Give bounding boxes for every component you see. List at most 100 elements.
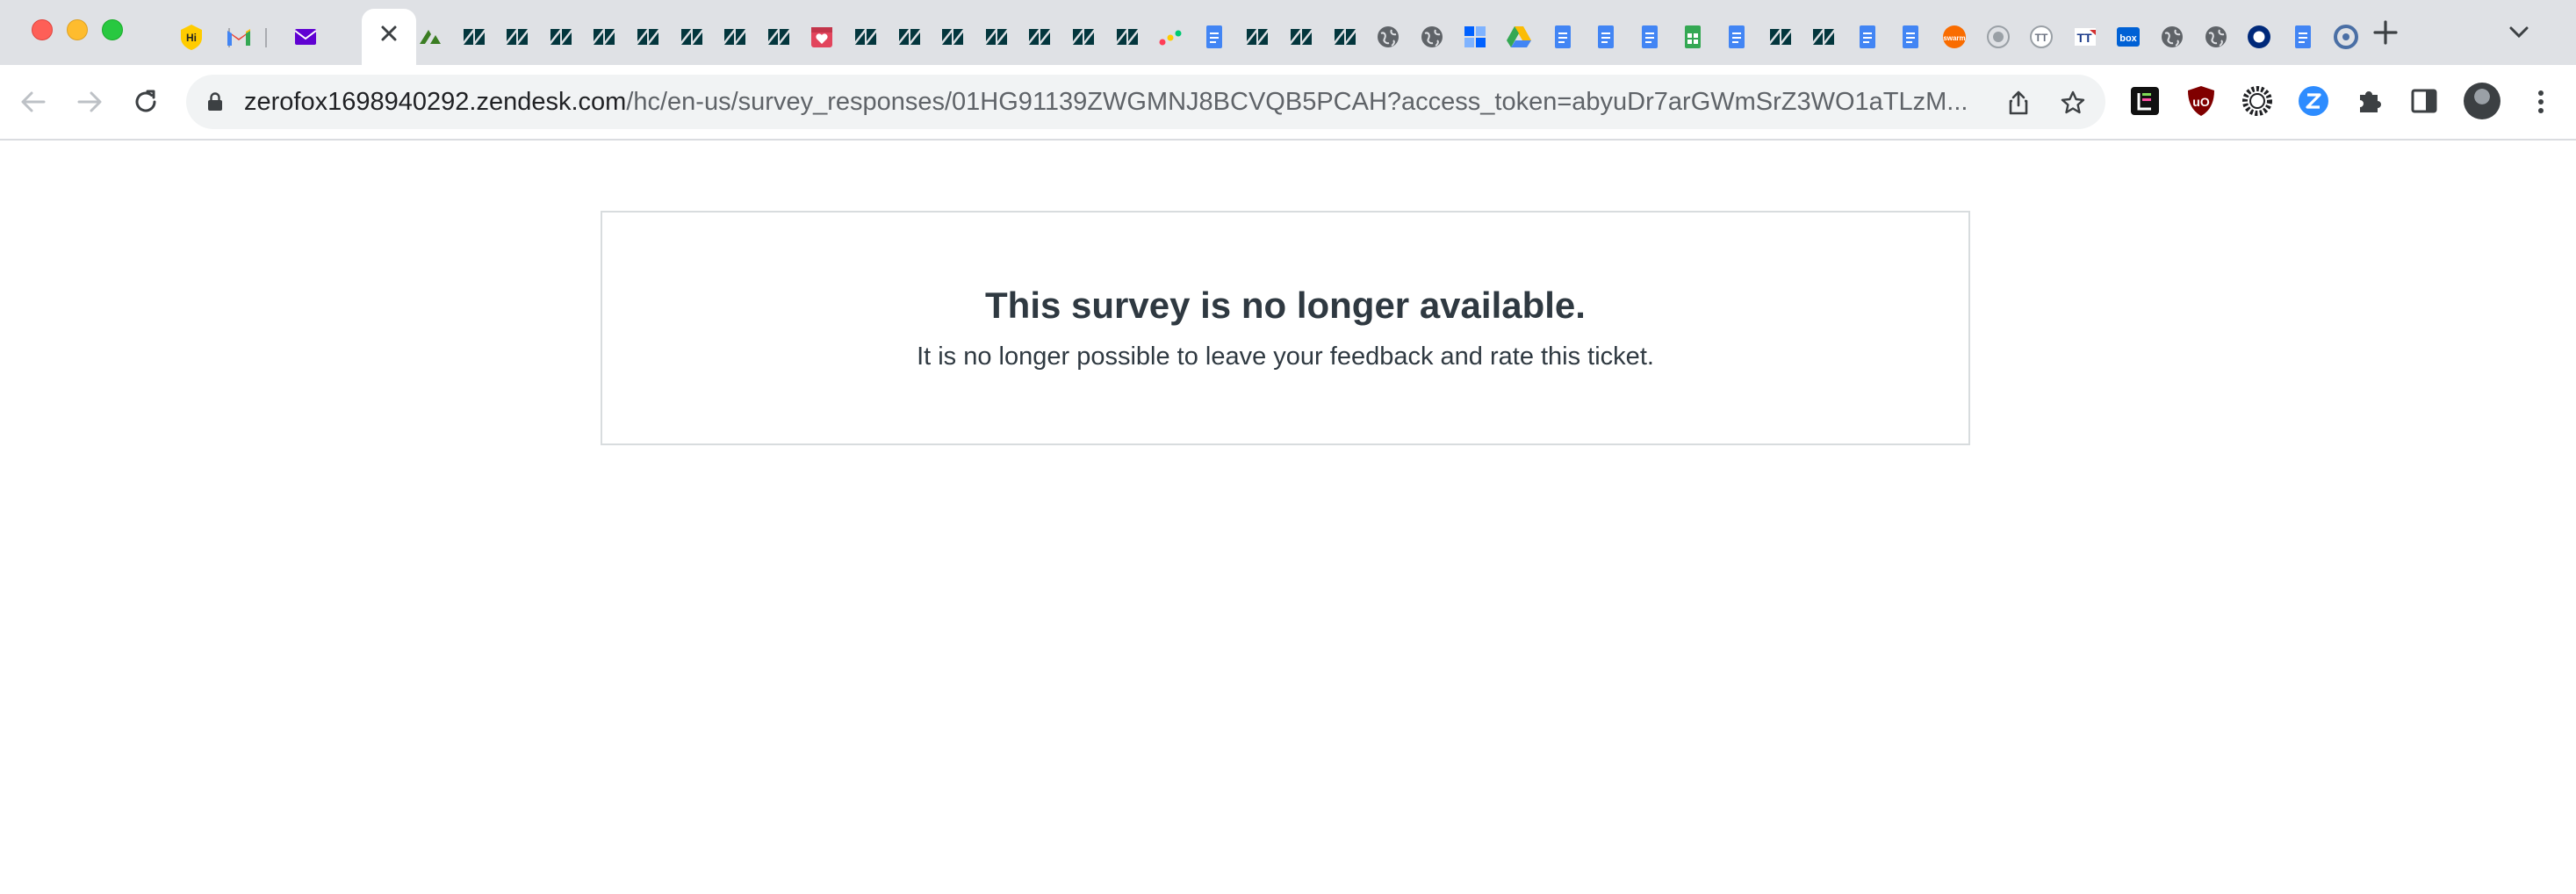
url-path: /hc/en-us/survey_responses/01HG91139ZWGM… <box>626 88 1968 116</box>
forward-icon[interactable] <box>74 86 105 118</box>
tab-zendesk-17[interactable] <box>1025 23 1054 51</box>
zendesk-icon <box>1029 29 1050 45</box>
monday-icon <box>1159 30 1182 46</box>
back-icon[interactable] <box>18 86 49 118</box>
honey-extension-icon: Hi <box>181 25 202 50</box>
zendesk-icon <box>899 29 920 45</box>
bookmark-star-icon[interactable] <box>2060 90 2086 116</box>
zendesk-icon <box>855 29 876 45</box>
zendesk-icon <box>942 29 963 45</box>
tab-google-docs-33[interactable] <box>1723 23 1751 51</box>
tab-zendesk-5[interactable] <box>503 23 531 51</box>
tab-zendesk-11[interactable] <box>765 23 793 51</box>
more-menu-icon[interactable] <box>2525 86 2557 118</box>
share-icon[interactable] <box>2005 90 2032 116</box>
tab-google-docs-31[interactable] <box>1636 23 1664 51</box>
tab-google-drive-28[interactable] <box>1505 23 1533 51</box>
ublock-icon[interactable]: uO <box>2184 84 2218 118</box>
tab-zendesk-sell-3[interactable] <box>416 23 444 51</box>
tab-google-docs-46[interactable] <box>2289 23 2317 51</box>
tab-google-docs-29[interactable] <box>1549 23 1577 51</box>
tab-dropbox-27[interactable] <box>1461 23 1489 51</box>
puzzle-icon[interactable] <box>2353 84 2386 118</box>
zendesk-icon <box>1117 29 1138 45</box>
zendesk-icon <box>1770 29 1791 45</box>
calendar-heart-icon <box>811 27 832 47</box>
tab-tt-flag-41[interactable]: TT <box>2071 23 2099 51</box>
tab-calendar-heart-12[interactable] <box>808 23 836 51</box>
tab-monday-20[interactable] <box>1156 23 1184 51</box>
zendesk-icon <box>637 29 658 45</box>
svg-text:swarm: swarm <box>1943 34 1965 42</box>
google-docs-icon <box>1642 25 1658 48</box>
tab-google-docs-36[interactable] <box>1853 23 1882 51</box>
profile-avatar[interactable] <box>2464 83 2500 119</box>
tab-zendesk-4[interactable] <box>460 23 488 51</box>
tab-gmail-1[interactable] <box>225 23 253 51</box>
page-title: This survey is no longer available. <box>985 285 1586 326</box>
zoom-icon[interactable] <box>2297 84 2330 118</box>
tab-zendesk-22[interactable] <box>1243 23 1271 51</box>
ring-icon <box>2334 25 2358 49</box>
address-bar[interactable]: zerofox1698940292.zendesk.com/hc/en-us/s… <box>186 75 2105 129</box>
minimize-window-button[interactable] <box>67 19 88 40</box>
tab-globe-25[interactable] <box>1374 23 1402 51</box>
svg-text:TT: TT <box>2076 31 2092 45</box>
globe-icon <box>2162 26 2183 47</box>
tab-zendesk-6[interactable] <box>547 23 575 51</box>
lock-icon[interactable] <box>207 92 223 112</box>
tab-ring-47[interactable] <box>2332 23 2360 51</box>
tab-zendesk-19[interactable] <box>1113 23 1141 51</box>
tab-okta-45[interactable] <box>2245 23 2273 51</box>
tab-globe-43[interactable] <box>2158 23 2186 51</box>
tab-google-docs-30[interactable] <box>1592 23 1620 51</box>
tab-yahoo-mail-2[interactable] <box>291 23 320 51</box>
svg-text:Hi: Hi <box>186 32 197 44</box>
close-tab-icon[interactable] <box>377 21 401 46</box>
tab-zendesk-23[interactable] <box>1287 23 1315 51</box>
tab-google-sheets-32[interactable] <box>1679 23 1707 51</box>
tab-zendesk-15[interactable] <box>939 23 967 51</box>
reload-icon[interactable] <box>130 86 162 118</box>
tab-zendesk-10[interactable] <box>721 23 749 51</box>
tab-separator <box>265 28 267 47</box>
url-text[interactable]: zerofox1698940292.zendesk.com/hc/en-us/s… <box>244 75 2000 129</box>
tab-zendesk-16[interactable] <box>982 23 1011 51</box>
tab-zendesk-34[interactable] <box>1767 23 1795 51</box>
zendesk-icon <box>1073 29 1094 45</box>
tab-google-docs-37[interactable] <box>1896 23 1925 51</box>
zendesk-icon <box>507 29 528 45</box>
notebook-extension-icon[interactable] <box>2128 84 2162 118</box>
tab-zendesk-9[interactable] <box>678 23 706 51</box>
tab-generic-circle-39[interactable] <box>1984 23 2012 51</box>
url-domain: zerofox1698940292.zendesk.com <box>244 88 627 116</box>
fullscreen-window-button[interactable] <box>102 19 123 40</box>
tab-zendesk-18[interactable] <box>1069 23 1097 51</box>
tab-zendesk-24[interactable] <box>1331 23 1359 51</box>
active-tab[interactable] <box>362 9 416 65</box>
gear-extension-icon[interactable] <box>2241 84 2274 118</box>
tab-zendesk-14[interactable] <box>896 23 924 51</box>
tab-box-42[interactable]: box <box>2114 23 2142 51</box>
close-window-button[interactable] <box>32 19 53 40</box>
okta-icon <box>2248 25 2270 48</box>
tab-list: Hi swarm TT TT box <box>167 9 2358 65</box>
box-icon: box <box>2117 27 2140 47</box>
svg-text:TT: TT <box>2035 32 2048 44</box>
new-tab-icon[interactable] <box>2371 18 2400 47</box>
tab-zendesk-8[interactable] <box>634 23 662 51</box>
side-panel-icon[interactable] <box>2407 84 2441 118</box>
tab-google-docs-21[interactable] <box>1200 23 1228 51</box>
tab-tt-40[interactable]: TT <box>2027 23 2055 51</box>
tab-zendesk-13[interactable] <box>852 23 880 51</box>
tab-honey-extension-0[interactable]: Hi <box>177 23 205 51</box>
tab-zendesk-35[interactable] <box>1810 23 1838 51</box>
tab-swarm-38[interactable]: swarm <box>1940 23 1968 51</box>
tab-zendesk-7[interactable] <box>590 23 618 51</box>
tab-globe-26[interactable] <box>1418 23 1446 51</box>
zendesk-icon <box>594 29 615 45</box>
tab-globe-44[interactable] <box>2202 23 2230 51</box>
svg-text:uO: uO <box>2192 95 2210 109</box>
chevron-down-icon[interactable] <box>2508 23 2530 42</box>
google-docs-icon <box>1860 25 1875 48</box>
